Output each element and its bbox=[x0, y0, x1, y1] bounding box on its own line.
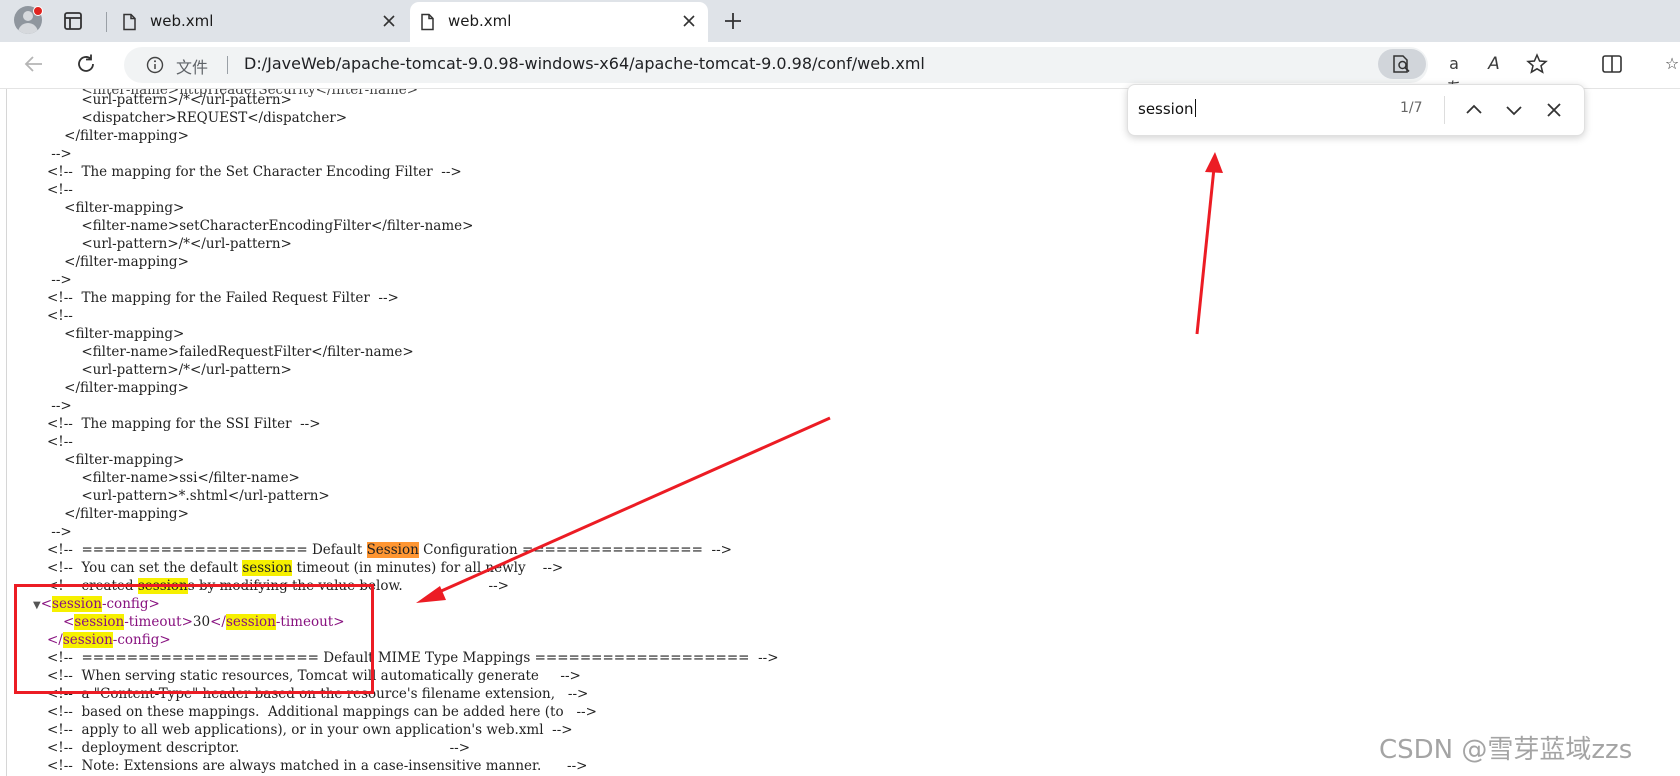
tab-strip: web.xml web.xml bbox=[0, 0, 1680, 42]
xml-line: <filter-mapping> bbox=[47, 326, 185, 342]
xml-line: <!-- The mapping for the Set Character E… bbox=[47, 164, 462, 180]
document-icon bbox=[421, 13, 434, 31]
chevron-down-icon[interactable] bbox=[1502, 98, 1526, 122]
xml-line: --> bbox=[47, 146, 72, 162]
xml-comment-line: <!-- deployment descriptor. --> bbox=[47, 740, 471, 756]
tab-web-xml-1[interactable]: web.xml bbox=[112, 2, 408, 42]
address-bar[interactable]: 文件 D:/JaveWeb/apache-tomcat-9.0.98-windo… bbox=[124, 47, 1428, 83]
find-in-page-button[interactable] bbox=[1378, 49, 1426, 79]
favorite-star-icon[interactable] bbox=[1525, 52, 1549, 76]
read-aloud-icon[interactable]: A bbox=[1482, 52, 1506, 76]
address-scheme: 文件 bbox=[176, 58, 209, 77]
xml-line: </filter-mapping> bbox=[47, 254, 189, 270]
tab-title: web.xml bbox=[448, 12, 512, 30]
find-match-count: 1/7 bbox=[1400, 100, 1423, 116]
find-bar: session 1/7 bbox=[1127, 84, 1585, 136]
tab-separator bbox=[106, 12, 107, 32]
xml-line: </filter-mapping> bbox=[47, 506, 189, 522]
info-icon[interactable] bbox=[146, 56, 164, 74]
xml-line: </filter-mapping> bbox=[47, 128, 189, 144]
xml-comment-line: <!-- Note: Extensions are always matched… bbox=[47, 758, 588, 774]
xml-line: <url-pattern>/*</url-pattern> bbox=[47, 236, 292, 252]
xml-line: <url-pattern>*.shtml</url-pattern> bbox=[47, 488, 330, 504]
xml-line: <filter-name>setCharacterEncodingFilter<… bbox=[47, 218, 474, 234]
find-separator bbox=[1444, 96, 1445, 124]
tab-web-xml-2[interactable]: web.xml bbox=[410, 2, 708, 42]
close-icon[interactable] bbox=[380, 12, 398, 30]
xml-line: <url-pattern>/*</url-pattern> bbox=[47, 92, 292, 108]
tab-manager-icon[interactable] bbox=[62, 10, 84, 32]
xml-comment-session-header: <!-- ==================== Default Sessio… bbox=[47, 542, 732, 558]
notification-dot bbox=[33, 6, 43, 16]
xml-line: --> bbox=[47, 272, 72, 288]
tab-title: web.xml bbox=[150, 12, 214, 30]
close-icon[interactable] bbox=[1542, 98, 1566, 122]
xml-line: </filter-mapping> bbox=[47, 380, 189, 396]
address-url[interactable]: D:/JaveWeb/apache-tomcat-9.0.98-windows-… bbox=[244, 54, 925, 73]
xml-line: --> bbox=[47, 398, 72, 414]
annotation-highlight-box bbox=[14, 584, 374, 694]
xml-line: <filter-mapping> bbox=[47, 200, 185, 216]
toolbar: 文件 D:/JaveWeb/apache-tomcat-9.0.98-windo… bbox=[0, 42, 1680, 97]
xml-line: <dispatcher>REQUEST</dispatcher> bbox=[47, 110, 348, 126]
find-input[interactable]: session bbox=[1138, 99, 1196, 118]
document-icon bbox=[123, 13, 136, 31]
xml-line: <filter-mapping> bbox=[47, 452, 185, 468]
split-screen-icon[interactable] bbox=[1600, 52, 1624, 76]
xml-line: <filter-name>failedRequestFilter</filter… bbox=[47, 344, 414, 360]
back-icon[interactable] bbox=[22, 52, 46, 76]
refresh-icon[interactable] bbox=[74, 52, 98, 76]
xml-line: <!-- The mapping for the SSI Filter --> bbox=[47, 416, 321, 432]
search-match: session bbox=[242, 560, 293, 576]
xml-comment-line: <!-- You can set the default session tim… bbox=[47, 560, 564, 576]
xml-line: --> bbox=[47, 524, 72, 540]
xml-line: <!-- bbox=[47, 308, 73, 324]
xml-comment-line: <!-- based on these mappings. Additional… bbox=[47, 704, 597, 720]
close-icon[interactable] bbox=[680, 12, 698, 30]
xml-line: <filter-name>ssi</filter-name> bbox=[47, 470, 300, 486]
favorites-icon[interactable]: ☆ bbox=[1660, 52, 1680, 76]
xml-line: <!-- bbox=[47, 434, 73, 450]
xml-comment-line: <!-- apply to all web applications), or … bbox=[47, 722, 573, 738]
address-separator bbox=[227, 56, 228, 74]
search-match-current: Session bbox=[366, 542, 419, 558]
xml-line: <!-- bbox=[47, 182, 73, 198]
new-tab-icon[interactable] bbox=[722, 10, 744, 32]
xml-line: <!-- The mapping for the Failed Request … bbox=[47, 290, 399, 306]
watermark: CSDN @雪芽蓝域zzs bbox=[1379, 735, 1633, 765]
xml-line: <url-pattern>/*</url-pattern> bbox=[47, 362, 292, 378]
chevron-up-icon[interactable] bbox=[1462, 98, 1486, 122]
translate-icon[interactable]: aあ bbox=[1442, 52, 1466, 97]
find-in-page-icon bbox=[1393, 55, 1410, 73]
